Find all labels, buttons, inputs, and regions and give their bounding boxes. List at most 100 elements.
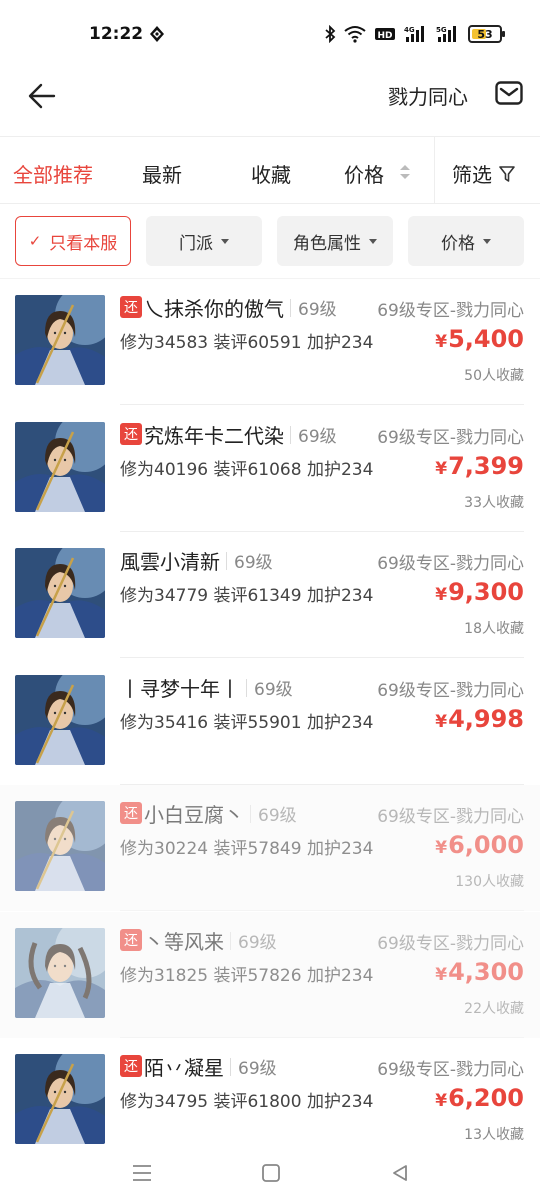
row-divider xyxy=(120,910,524,911)
character-name: 乀抹杀你的傲气 xyxy=(144,297,284,321)
filter-chips: ✓ 只看本服 门派 角色属性 价格 xyxy=(0,204,540,278)
name-divider xyxy=(226,552,227,570)
4g-signal-icon: 4G xyxy=(404,26,424,42)
bluetooth-icon xyxy=(325,25,336,43)
svg-text:4G: 4G xyxy=(404,26,415,34)
system-navbar xyxy=(0,1148,540,1200)
hd-icon: HD xyxy=(375,28,395,41)
row-divider xyxy=(120,404,524,405)
mail-button[interactable] xyxy=(494,78,524,108)
wifi-icon xyxy=(344,26,366,43)
server-zone: 69级专区-戮力同心 xyxy=(377,301,524,321)
character-level: 69级 xyxy=(258,806,297,826)
name-divider xyxy=(230,1058,231,1076)
character-stats: 修为34583 装评60591 加护234 xyxy=(120,333,374,353)
nav-menu-button[interactable] xyxy=(127,1158,157,1188)
list-item[interactable]: 丨寻梦十年丨 69级 69级专区-戮力同心 修为35416 装评55901 加护234… xyxy=(0,659,540,785)
currency-symbol: ¥ xyxy=(435,712,448,732)
character-stats: 修为40196 装评61068 加护234 xyxy=(120,460,374,480)
price-value: 9,300 xyxy=(448,578,524,606)
list-item[interactable]: 还乀抹杀你的傲气 69级 69级专区-戮力同心 修为34583 装评60591 加护2… xyxy=(0,279,540,405)
tab-price[interactable]: 价格 xyxy=(344,159,384,188)
currency-symbol: ¥ xyxy=(435,459,448,479)
5g-signal-icon: 5G xyxy=(436,26,456,42)
list-item[interactable]: 还陌丷凝星 69级 69级专区-戮力同心 修为34795 装评61800 加护234 ¥… xyxy=(0,1038,540,1148)
refund-tag: 还 xyxy=(120,1055,142,1077)
chip-attribute-label: 角色属性 xyxy=(293,233,361,254)
name-divider xyxy=(230,932,231,950)
refund-tag: 还 xyxy=(120,802,142,824)
server-title: 戮力同心 xyxy=(388,85,468,109)
price-value: 6,000 xyxy=(448,831,524,859)
home-square-icon xyxy=(262,1164,280,1182)
caret-down-icon xyxy=(369,238,377,244)
character-avatar xyxy=(15,422,105,512)
chip-sect-label: 门派 xyxy=(179,233,213,254)
server-zone: 69级专区-戮力同心 xyxy=(377,934,524,954)
character-stats: 修为34779 装评61349 加护234 xyxy=(120,586,374,606)
character-level: 69级 xyxy=(298,427,337,447)
character-name: 風雲小清新 xyxy=(120,550,220,574)
character-stats: 修为31825 装评57826 加护234 xyxy=(120,966,374,986)
tab-divider xyxy=(434,137,435,203)
favorite-count: 33人收藏 xyxy=(464,495,524,511)
character-avatar xyxy=(15,295,105,385)
favorite-count: 22人收藏 xyxy=(464,1001,524,1017)
character-name: 小白豆腐丶 xyxy=(144,803,244,827)
character-level: 69级 xyxy=(238,1059,277,1079)
character-name: 陌丷凝星 xyxy=(144,1056,224,1080)
refund-tag: 还 xyxy=(120,296,142,318)
list-item[interactable]: 还究炼年卡二代染 69级 69级专区-戮力同心 修为40196 装评61068 加护2… xyxy=(0,406,540,532)
character-avatar xyxy=(15,675,105,765)
caret-down-icon xyxy=(221,238,229,244)
chip-sect[interactable]: 门派 xyxy=(146,216,262,266)
character-level: 69级 xyxy=(298,300,337,320)
nav-back-button[interactable] xyxy=(385,1158,415,1188)
chip-price[interactable]: 价格 xyxy=(408,216,524,266)
server-zone: 69级专区-戮力同心 xyxy=(377,554,524,574)
favorite-count: 18人收藏 xyxy=(464,621,524,637)
server-zone: 69级专区-戮力同心 xyxy=(377,807,524,827)
tab-recommend[interactable]: 全部推荐 xyxy=(13,159,93,188)
back-button[interactable] xyxy=(24,78,60,114)
character-stats: 修为35416 装评55901 加护234 xyxy=(120,713,374,733)
character-level: 69级 xyxy=(254,680,293,700)
currency-symbol: ¥ xyxy=(435,332,448,352)
filter-label: 筛选 xyxy=(452,163,492,187)
filter-funnel-icon xyxy=(499,165,515,182)
currency-symbol: ¥ xyxy=(435,585,448,605)
chip-this-server[interactable]: ✓ 只看本服 xyxy=(15,216,131,266)
price-value: 7,399 xyxy=(448,452,524,480)
chip-this-server-label: 只看本服 xyxy=(49,233,118,254)
status-icons: HD 4G 5G 53 xyxy=(324,24,505,44)
refund-tag: 还 xyxy=(120,423,142,445)
character-avatar xyxy=(15,1054,105,1144)
check-icon: ✓ xyxy=(28,232,42,250)
battery-icon: 53 xyxy=(468,25,505,43)
name-divider xyxy=(250,805,251,823)
nav-home-button[interactable] xyxy=(256,1158,286,1188)
list-item[interactable]: 还小白豆腐丶 69级 69级专区-戮力同心 修为30224 装评57849 加护234… xyxy=(0,785,540,911)
name-divider xyxy=(290,426,291,444)
price-value: 4,300 xyxy=(448,958,524,986)
list-item[interactable]: 風雲小清新 69级 69级专区-戮力同心 修为34779 装评61349 加护234 ¥… xyxy=(0,532,540,658)
tab-favorites[interactable]: 收藏 xyxy=(251,159,291,188)
price-value: 5,400 xyxy=(448,325,524,353)
character-avatar xyxy=(15,801,105,891)
price-value: 4,998 xyxy=(448,705,524,733)
mail-icon xyxy=(495,81,523,105)
status-bar: 12:22 HD 4G 5G 53 xyxy=(0,0,540,68)
caret-down-icon xyxy=(483,238,491,244)
chip-attribute[interactable]: 角色属性 xyxy=(277,216,393,266)
list-item[interactable]: 还丶等风来 69级 69级专区-戮力同心 修为31825 装评57826 加护234 ¥… xyxy=(0,912,540,1038)
tab-newest[interactable]: 最新 xyxy=(142,159,182,188)
favorite-count: 13人收藏 xyxy=(464,1127,524,1143)
server-zone: 69级专区-戮力同心 xyxy=(377,681,524,701)
header: 戮力同心 xyxy=(0,68,540,136)
character-level: 69级 xyxy=(234,553,273,573)
menu-icon xyxy=(133,1165,151,1181)
character-level: 69级 xyxy=(238,933,277,953)
name-divider xyxy=(290,299,291,317)
price: ¥7,399 xyxy=(435,452,524,480)
tab-filter[interactable]: 筛选 xyxy=(452,159,516,188)
